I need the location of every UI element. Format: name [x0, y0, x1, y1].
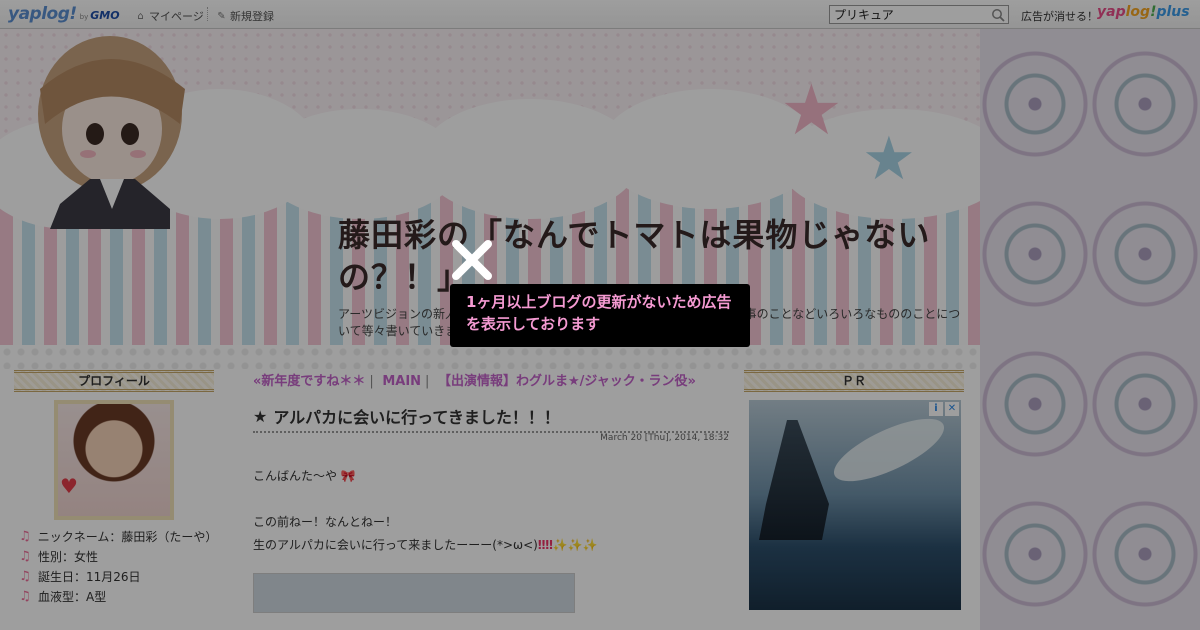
close-icon[interactable]: [449, 237, 495, 283]
ad-notice-box: 1ヶ月以上ブログの更新がないため広告を表示しております: [450, 284, 750, 347]
